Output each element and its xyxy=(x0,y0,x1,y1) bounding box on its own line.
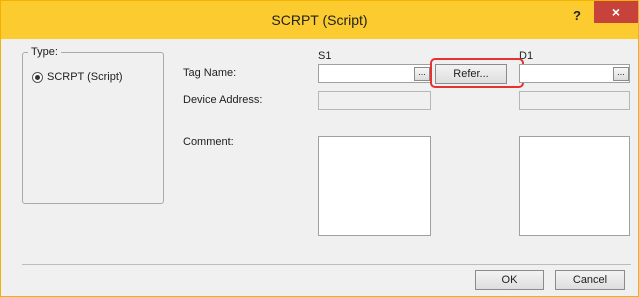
d1-device-address-input[interactable] xyxy=(519,91,630,110)
help-icon: ? xyxy=(573,8,581,23)
dialog-body: Type: SCRPT (Script) S1 D1 Tag Name: Dev… xyxy=(8,39,631,290)
cancel-button[interactable]: Cancel xyxy=(555,270,625,290)
column-header-s1: S1 xyxy=(318,50,332,62)
comment-label: Comment: xyxy=(183,136,234,148)
help-button[interactable]: ? xyxy=(566,7,588,25)
radio-selected-icon xyxy=(32,71,43,83)
s1-tag-name-input[interactable]: ... xyxy=(318,64,431,83)
close-icon: × xyxy=(611,4,621,20)
type-groupbox: Type: SCRPT (Script) xyxy=(22,46,164,204)
refer-button-highlight xyxy=(430,58,524,88)
type-radio-scrpt[interactable]: SCRPT (Script) xyxy=(32,71,123,83)
d1-browse-button[interactable]: ... xyxy=(613,67,629,81)
type-radio-label: SCRPT (Script) xyxy=(47,71,123,83)
s1-comment-textarea[interactable] xyxy=(318,136,431,236)
title-bar[interactable]: SCRPT (Script) ? × xyxy=(1,1,638,39)
dialog-title: SCRPT (Script) xyxy=(271,12,368,28)
d1-tag-name-input[interactable]: ... xyxy=(519,64,630,83)
d1-comment-textarea[interactable] xyxy=(519,136,630,236)
type-group-label: Type: xyxy=(28,46,61,58)
dialog-window: SCRPT (Script) ? × Type: SCRPT (Script) … xyxy=(0,0,639,297)
s1-browse-button[interactable]: ... xyxy=(414,67,430,81)
s1-device-address-input[interactable] xyxy=(318,91,431,110)
ok-button[interactable]: OK xyxy=(475,270,544,290)
device-address-label: Device Address: xyxy=(183,94,263,106)
close-button[interactable]: × xyxy=(594,1,638,23)
tag-name-label: Tag Name: xyxy=(183,67,237,79)
footer-divider xyxy=(22,264,631,265)
